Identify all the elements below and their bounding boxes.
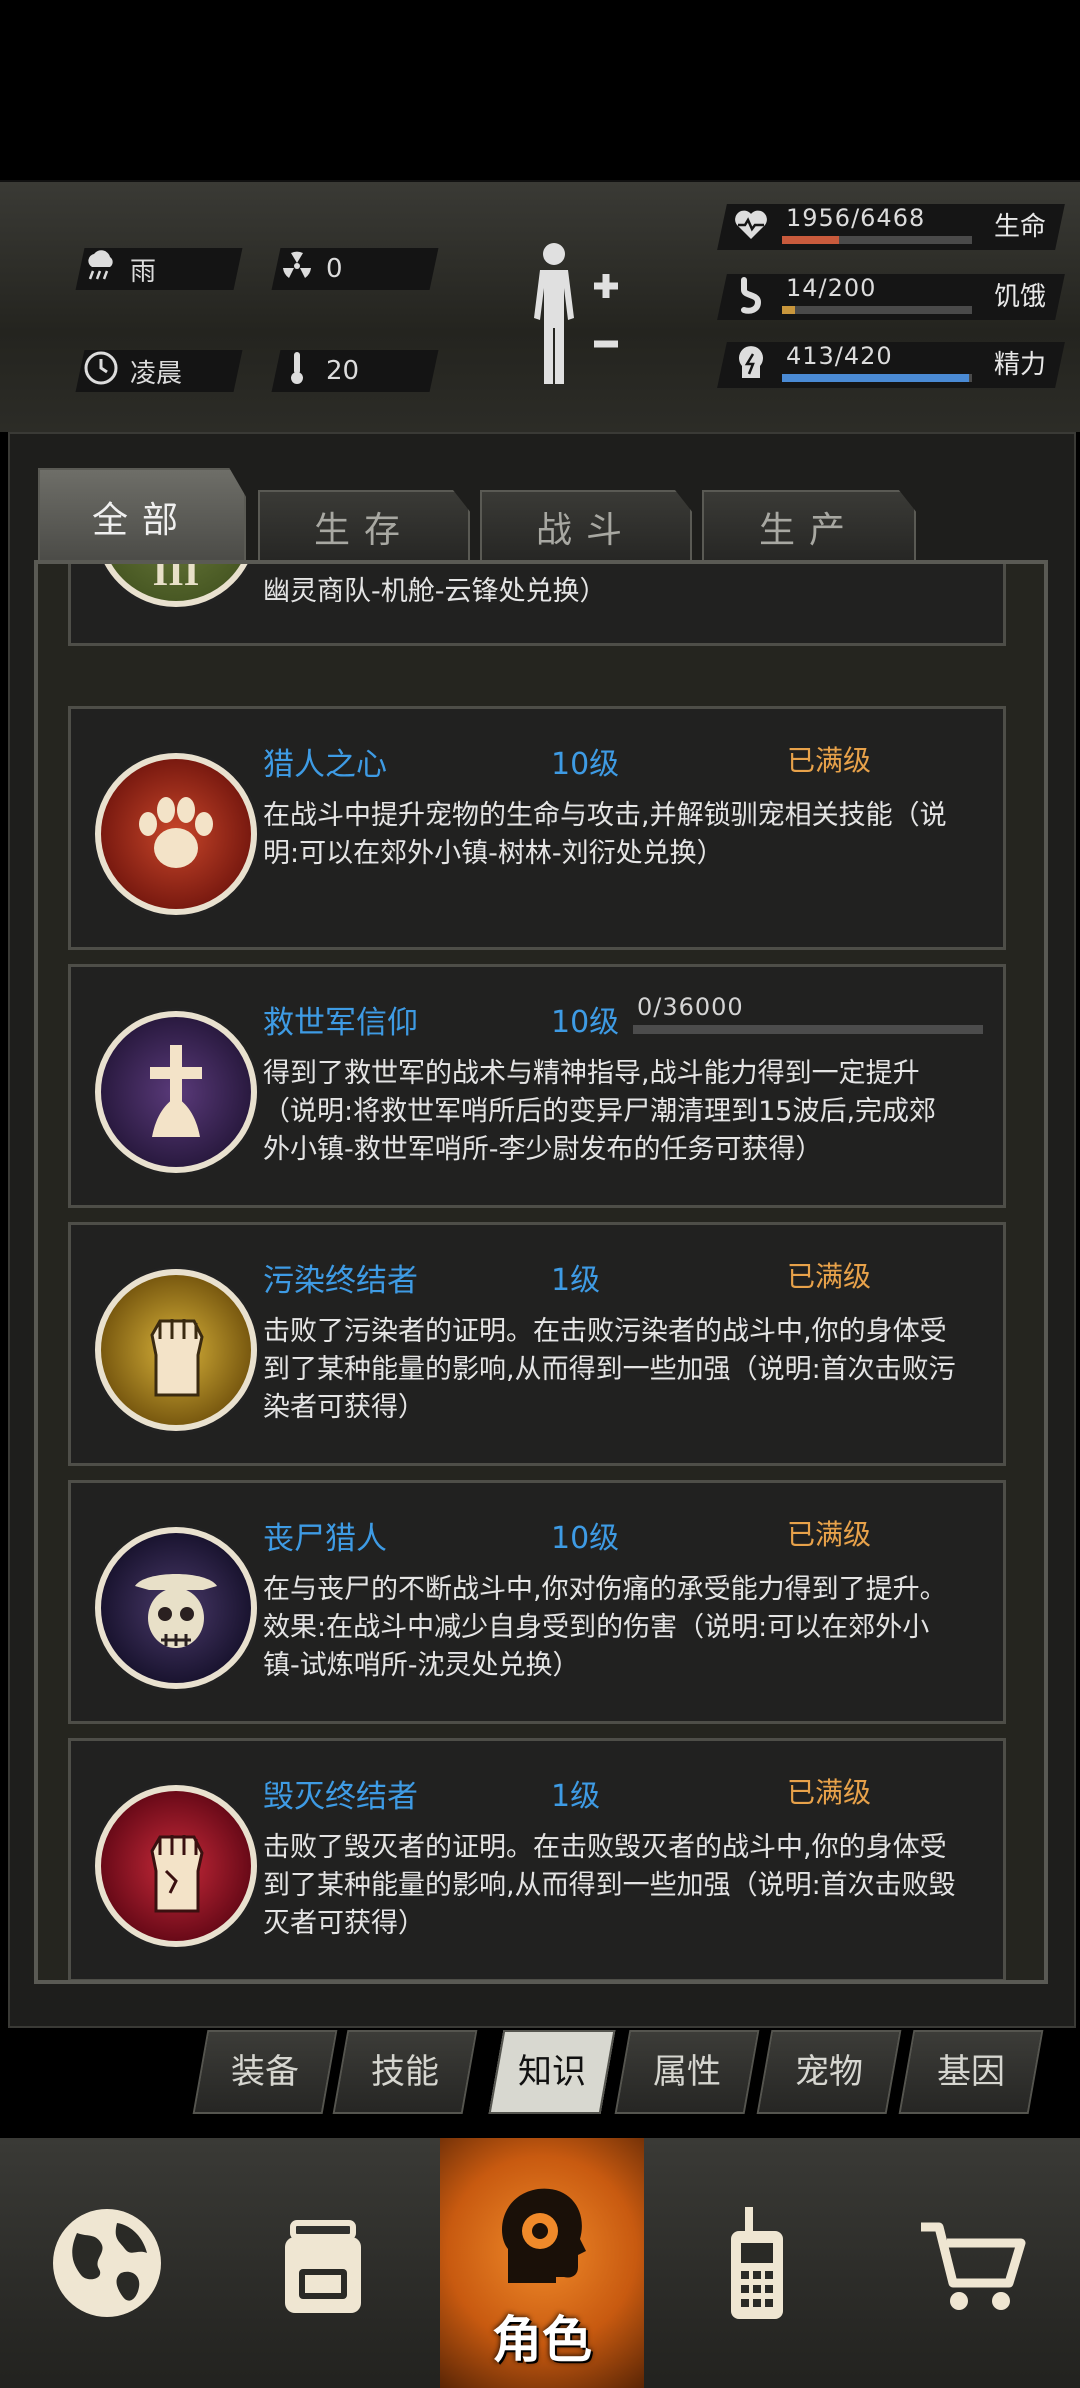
skill-level: 10级 bbox=[551, 1521, 620, 1556]
tab-all[interactable]: 全部 bbox=[38, 468, 246, 564]
skill-status: 已满级 bbox=[787, 1518, 872, 1551]
radiation-value: 0 bbox=[326, 254, 343, 284]
weather-chip: 雨 bbox=[75, 248, 243, 290]
hunger-bar bbox=[782, 306, 795, 314]
stomach-icon bbox=[730, 276, 772, 318]
nav-character-button[interactable]: 角色 bbox=[440, 2138, 644, 2388]
category-equipment[interactable]: 装备 bbox=[192, 2030, 338, 2114]
tab-survival[interactable]: 生存 bbox=[258, 490, 470, 562]
progress-bar bbox=[633, 1025, 983, 1034]
skill-desc: 在与丧尸的不断战斗中,你对伤痛的承受能力得到了提升。效果:在战斗中减少自身受到的… bbox=[263, 1574, 947, 1681]
backpack-icon bbox=[285, 2220, 361, 2313]
life-stat: 1956/6468 生命 bbox=[717, 204, 1065, 250]
energy-label: 精力 bbox=[994, 350, 1047, 380]
skill-status: 已满级 bbox=[787, 1776, 872, 1809]
nav-inventory-button[interactable] bbox=[216, 2138, 430, 2388]
skill-desc: 得到了救世军的战术与精神指导,战斗能力得到一定提升（说明:将救世军哨所后的变异尸… bbox=[263, 1058, 937, 1165]
nav-shop-button[interactable] bbox=[866, 2138, 1080, 2388]
time-label: 凌晨 bbox=[130, 358, 183, 389]
time-chip: 凌晨 bbox=[75, 350, 243, 393]
skill-name: 丧尸猎人 bbox=[263, 1521, 387, 1557]
bottom-nav: 角色 bbox=[0, 2138, 1080, 2388]
skill-desc: 击败了污染者的证明。在击败污染者的战斗中,你的身体受到了某种能量的影响,从而得到… bbox=[263, 1316, 956, 1423]
character-head-icon bbox=[501, 2188, 586, 2283]
rain-cloud-icon bbox=[80, 249, 122, 290]
skill-desc: 击败了毁灭者的证明。在击败毁灭者的战斗中,你的身体受到了某种能量的影响,从而得到… bbox=[263, 1832, 956, 1939]
temperature-value: 20 bbox=[326, 356, 360, 386]
roman-three-badge-icon: III bbox=[95, 564, 257, 607]
skill-card[interactable]: 污染终结者 1级 已满级 击败了污染者的证明。在击败污染者的战斗中,你的身体受到… bbox=[68, 1222, 1006, 1466]
energy-bar bbox=[782, 374, 969, 382]
skill-level: 10级 bbox=[551, 1005, 620, 1040]
nav-world-button[interactable] bbox=[0, 2138, 214, 2388]
skill-card[interactable]: 毁灭终结者 1级 已满级 击败了毁灭者的证明。在击败毁灭者的战斗中,你的身体受到… bbox=[68, 1738, 1006, 1980]
life-value: 1956/6468 bbox=[786, 204, 926, 232]
hunger-value: 14/200 bbox=[786, 274, 877, 302]
energy-head-icon bbox=[730, 344, 772, 386]
cracked-fist-icon bbox=[95, 1785, 257, 1947]
skill-card[interactable]: III 幽灵商队-机舱-云锋处兑换） bbox=[68, 564, 1006, 646]
skill-card[interactable]: 救世军信仰 10级 0/36000 得到了救世军的战术与精神指导,战斗能力得到一… bbox=[68, 964, 1006, 1208]
status-bar: 雨 0 凌晨 20 1956/6468 生命 14/200 饥饿 413/420… bbox=[0, 180, 1080, 432]
globe-icon bbox=[53, 2209, 161, 2317]
tab-combat[interactable]: 战斗 bbox=[480, 490, 692, 562]
category-skills[interactable]: 技能 bbox=[332, 2030, 478, 2114]
skill-desc: 幽灵商队-机舱-云锋处兑换） bbox=[263, 576, 607, 607]
skill-level: 10级 bbox=[551, 747, 620, 782]
hunger-stat: 14/200 饥饿 bbox=[717, 274, 1065, 320]
skill-name: 猎人之心 bbox=[263, 747, 387, 783]
thermometer-icon bbox=[276, 350, 318, 393]
weather-label: 雨 bbox=[130, 256, 157, 287]
radiation-chip: 0 bbox=[271, 248, 439, 290]
category-knowledge[interactable]: 知识 bbox=[488, 2030, 616, 2114]
nav-character-label: 角色 bbox=[492, 2311, 592, 2369]
energy-value: 413/420 bbox=[786, 342, 893, 370]
skill-status: 已满级 bbox=[787, 744, 872, 777]
skill-card[interactable]: 猎人之心 10级 已满级 在战斗中提升宠物的生命与攻击,并解锁驯宠相关技能（说明… bbox=[68, 706, 1006, 950]
skill-level: 1级 bbox=[551, 1779, 601, 1814]
paw-icon bbox=[95, 753, 257, 915]
body-figure-icon bbox=[534, 243, 618, 384]
life-label: 生命 bbox=[994, 212, 1047, 242]
energy-stat: 413/420 精力 bbox=[717, 342, 1065, 388]
clock-icon bbox=[80, 350, 122, 393]
skill-list[interactable]: III 幽灵商队-机舱-云锋处兑换） 猎人之心 10级 已满级 在战斗中提升宠物… bbox=[34, 560, 1048, 1984]
radiation-icon bbox=[276, 249, 318, 290]
category-genes[interactable]: 基因 bbox=[898, 2030, 1044, 2114]
skull-hat-icon bbox=[95, 1527, 257, 1689]
progress-text: 0/36000 bbox=[637, 993, 744, 1021]
skill-level: 1级 bbox=[551, 1263, 601, 1298]
skill-name: 污染终结者 bbox=[263, 1263, 418, 1299]
walkie-talkie-icon bbox=[731, 2207, 783, 2319]
nav-radio-button[interactable] bbox=[650, 2138, 864, 2388]
category-tabs: 装备 技能 知识 属性 宠物 基因 bbox=[192, 2030, 1060, 2120]
category-attributes[interactable]: 属性 bbox=[614, 2030, 760, 2114]
category-pets[interactable]: 宠物 bbox=[756, 2030, 902, 2114]
life-bar bbox=[782, 236, 839, 244]
skill-desc: 在战斗中提升宠物的生命与攻击,并解锁驯宠相关技能（说明:可以在郊外小镇-树林-刘… bbox=[263, 800, 947, 869]
temperature-chip: 20 bbox=[271, 350, 439, 393]
hunger-label: 饥饿 bbox=[994, 282, 1047, 312]
skill-name: 救世军信仰 bbox=[263, 1005, 418, 1041]
tab-production[interactable]: 生产 bbox=[702, 490, 916, 562]
body-attribute-button[interactable] bbox=[520, 240, 630, 390]
heart-pulse-icon bbox=[730, 206, 772, 248]
raised-fist-icon bbox=[95, 1269, 257, 1431]
praying-cross-icon bbox=[95, 1011, 257, 1173]
shopping-cart-icon bbox=[921, 2222, 1026, 2310]
skill-card[interactable]: 丧尸猎人 10级 已满级 在与丧尸的不断战斗中,你对伤痛的承受能力得到了提升。效… bbox=[68, 1480, 1006, 1724]
skill-status: 已满级 bbox=[787, 1260, 872, 1293]
skill-name: 毁灭终结者 bbox=[263, 1779, 418, 1815]
